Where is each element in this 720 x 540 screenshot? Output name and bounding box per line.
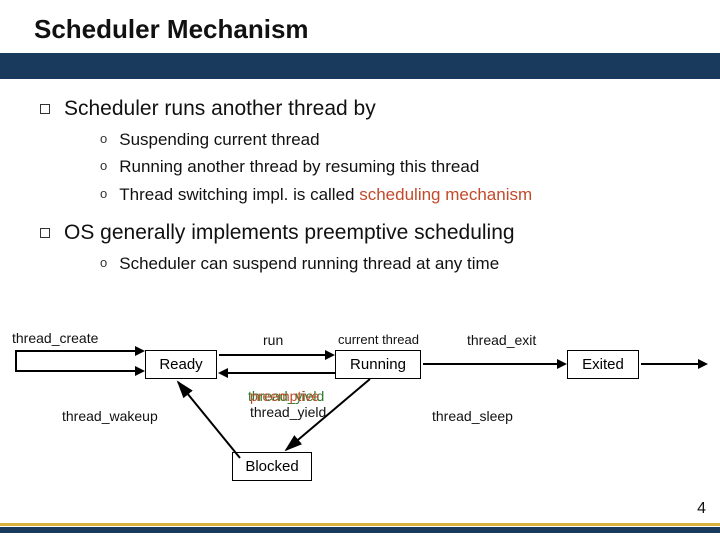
subbullet-1-1-text: Suspending current thread <box>119 129 319 150</box>
bullet-1: Scheduler runs another thread by <box>40 97 686 121</box>
page-number: 4 <box>697 500 706 518</box>
square-bullet-icon <box>40 104 50 114</box>
circle-bullet-icon: o <box>100 256 107 269</box>
subbullet-1-3: o Thread switching impl. is called sched… <box>100 184 686 205</box>
bullet-2-sublist: o Scheduler can suspend running thread a… <box>100 253 686 274</box>
arrow-wakeup <box>178 382 240 458</box>
subbullet-2-1-text: Scheduler can suspend running thread at … <box>119 253 499 274</box>
title-underline <box>0 53 720 79</box>
subbullet-1-3a: Thread switching impl. is called <box>119 185 359 204</box>
subbullet-2-1: o Scheduler can suspend running thread a… <box>100 253 686 274</box>
bullet-2-text: OS generally implements preemptive sched… <box>64 221 515 245</box>
footer-stripe-gold <box>0 523 720 526</box>
diagonal-arrows <box>0 310 720 500</box>
subbullet-1-2-text: Running another thread by resuming this … <box>119 156 479 177</box>
slide-title: Scheduler Mechanism <box>34 14 720 45</box>
circle-bullet-icon: o <box>100 159 107 172</box>
scheduling-mechanism-term: scheduling mechanism <box>359 185 532 204</box>
subbullet-1-1: o Suspending current thread <box>100 129 686 150</box>
circle-bullet-icon: o <box>100 132 107 145</box>
arrow-sleep <box>286 379 370 450</box>
content-area: Scheduler runs another thread by o Suspe… <box>0 79 720 274</box>
square-bullet-icon <box>40 228 50 238</box>
subbullet-1-3-text: Thread switching impl. is called schedul… <box>119 184 532 205</box>
title-bar: Scheduler Mechanism <box>0 0 720 53</box>
bullet-1-sublist: o Suspending current thread o Running an… <box>100 129 686 205</box>
subbullet-1-2: o Running another thread by resuming thi… <box>100 156 686 177</box>
state-diagram: Ready Running Exited Blocked thread_crea… <box>0 310 720 500</box>
circle-bullet-icon: o <box>100 187 107 200</box>
footer-stripe-navy <box>0 527 720 533</box>
slide: Scheduler Mechanism Scheduler runs anoth… <box>0 0 720 540</box>
bullet-2: OS generally implements preemptive sched… <box>40 221 686 245</box>
bullet-1-text: Scheduler runs another thread by <box>64 97 376 121</box>
